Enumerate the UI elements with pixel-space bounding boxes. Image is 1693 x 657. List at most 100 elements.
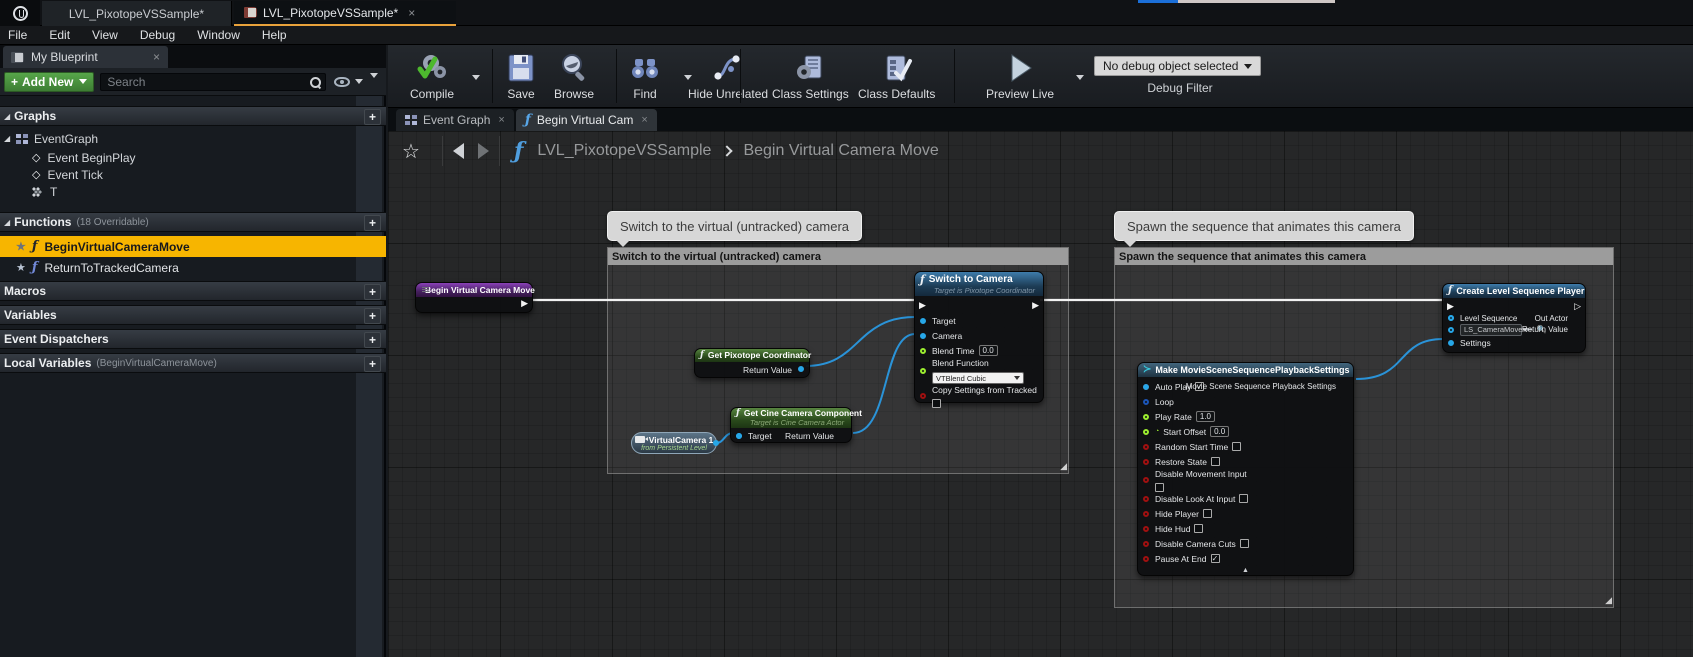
my-blueprint-tab[interactable]: My Blueprint × [3,46,168,68]
exec-out-pin[interactable]: ▶ [521,299,528,308]
exec-out-pin[interactable]: ▷ [1574,302,1581,311]
visibility-filter[interactable] [334,77,363,87]
sidebar-item-returntotrackedcamera[interactable]: ★ ƒ ReturnToTrackedCamera [0,258,386,277]
sidebar-item-event-beginplay[interactable]: ◇ Event BeginPlay [0,149,360,166]
bool-pin[interactable] [920,393,926,399]
sidebar-item-eventgraph[interactable]: ◢ EventGraph [0,130,360,147]
nav-back-icon[interactable] [453,143,464,159]
node-get-cine-camera-component[interactable]: ƒ Get Cine Camera Component Target is Ci… [730,407,852,443]
float-pin[interactable] [1143,429,1149,435]
menu-window[interactable]: Window [197,28,252,42]
node-begin-virtual-camera-move[interactable]: Begin Virtual Camera Move ▶ [415,282,533,313]
add-event-dispatcher-button[interactable]: + [364,332,381,348]
bool-pin[interactable] [1143,459,1149,465]
menu-edit[interactable]: Edit [49,28,82,42]
node-make-playback-settings[interactable]: ≻ Make MovieSceneSequencePlaybackSetting… [1137,362,1354,576]
save-button[interactable]: Save [504,51,538,101]
add-local-variable-button[interactable]: + [364,356,381,372]
breadcrumb-root[interactable]: LVL_PixotopeVSSample [537,142,711,160]
hide-unrelated-button[interactable]: Hide Unrelated [688,51,768,101]
local-variables-section-header[interactable]: Local Variables (BeginVirtualCameraMove)… [0,353,386,373]
add-macro-button[interactable]: + [364,284,381,300]
debug-object-dropdown[interactable]: No debug object selected [1094,56,1261,76]
preview-live-button[interactable]: Preview Live [986,51,1054,101]
variables-section-header[interactable]: Variables + [0,305,386,325]
pause-at-end-checkbox[interactable]: ✓ [1211,554,1220,563]
close-icon[interactable]: × [641,114,647,126]
menu-debug[interactable]: Debug [140,28,187,42]
bool-pin[interactable] [1143,556,1149,562]
copy-settings-checkbox[interactable] [932,399,941,408]
favorite-star-icon[interactable]: ★ [16,261,26,274]
node-virtualcamera1[interactable]: VirtualCamera 1 from Persistent Level [631,432,717,454]
close-icon[interactable]: × [408,6,415,20]
hide-hud-checkbox[interactable] [1194,524,1203,533]
float-pin[interactable] [920,348,926,354]
start-offset-input[interactable]: 0.0 [1210,426,1229,437]
graphs-section-header[interactable]: ◢ Graphs + [0,106,386,126]
struct-out-pin[interactable] [1143,384,1149,390]
asset-tab-inactive[interactable]: LVL_PixotopeVSSample* [42,1,232,26]
tab-event-graph[interactable]: Event Graph × [396,109,514,131]
return-value-pin[interactable] [736,433,742,439]
exec-in-pin[interactable]: ▶ [919,301,926,310]
comment-header[interactable]: Spawn the sequence that animates this ca… [1115,248,1613,265]
compile-button[interactable]: Compile [410,51,454,101]
graph-canvas[interactable]: ☆ ƒ LVL_PixotopeVSSample Begin Virtual C… [388,131,1693,657]
nav-forward-icon[interactable] [478,143,489,159]
play-rate-input[interactable]: 1.0 [1196,411,1215,422]
asset-tab-active[interactable]: LVL_PixotopeVSSample* × [234,1,456,26]
favorite-star-icon[interactable]: ★ [16,240,26,253]
unreal-logo[interactable] [0,0,40,26]
object-out-pin[interactable] [713,440,719,446]
sidebar-item-t[interactable]: T [0,183,360,200]
struct-pin[interactable] [1143,399,1149,405]
return-value-pin[interactable] [1448,327,1454,333]
class-defaults-button[interactable]: Class Defaults [858,51,935,101]
random-start-time-checkbox[interactable] [1232,442,1241,451]
add-function-button[interactable]: + [364,215,381,231]
bool-pin[interactable] [1143,526,1149,532]
menu-help[interactable]: Help [262,28,299,42]
menu-view[interactable]: View [92,28,130,42]
node-create-level-sequence-player[interactable]: ƒ Create Level Sequence Player ▶ ▷ Level… [1442,283,1586,353]
resize-handle-icon[interactable]: ◢ [1605,595,1612,606]
find-button[interactable]: Find [628,51,662,101]
object-pin[interactable] [920,333,926,339]
collapse-node-icon[interactable]: ▲ [1242,567,1249,574]
favorite-star-icon[interactable]: ☆ [402,139,420,164]
tab-begin-virtual-camera-move[interactable]: ƒ Begin Virtual Cam × [516,109,657,131]
sidebar-item-event-tick[interactable]: ◇ Event Tick [0,166,360,183]
exec-in-pin[interactable]: ▶ [1447,302,1454,311]
add-variable-button[interactable]: + [364,308,381,324]
disable-camera-cuts-checkbox[interactable] [1240,539,1249,548]
node-get-pixotope-coordinator[interactable]: ƒ Get Pixotope Coordinator Return Value [694,348,810,378]
browse-button[interactable]: Browse [554,51,594,101]
compile-options-icon[interactable] [472,75,480,80]
blend-function-dropdown[interactable]: VTBlend Cubic [932,372,1024,384]
bool-pin[interactable] [1143,496,1149,502]
menu-file[interactable]: File [8,28,39,42]
return-value-pin[interactable] [798,366,804,372]
resize-handle-icon[interactable]: ◢ [1060,461,1067,472]
settings-pin[interactable] [1448,340,1454,346]
exec-out-pin[interactable]: ▶ [1032,301,1039,310]
event-dispatchers-section-header[interactable]: Event Dispatchers + [0,329,386,349]
functions-section-header[interactable]: ◢ Functions (18 Overridable) + [0,212,386,232]
preview-options-icon[interactable] [1076,75,1084,80]
search-input[interactable] [107,74,302,90]
out-actor-pin[interactable] [1448,315,1454,321]
disable-look-at-input-checkbox[interactable] [1239,494,1248,503]
hide-unrelated-options-icon[interactable] [684,75,692,80]
add-graph-button[interactable]: + [364,109,381,125]
bool-pin[interactable] [1143,477,1149,483]
bool-pin[interactable] [1143,444,1149,450]
panel-expand-icon[interactable] [370,73,378,78]
add-new-button[interactable]: + Add New [4,72,94,92]
class-settings-button[interactable]: Class Settings [772,51,849,101]
enum-pin[interactable] [920,368,926,374]
restore-state-checkbox[interactable] [1211,457,1220,466]
bool-pin[interactable] [1143,511,1149,517]
node-switch-to-camera[interactable]: ƒ Switch to Camera Target is Pixotope Co… [914,271,1044,403]
close-icon[interactable]: × [153,50,160,64]
